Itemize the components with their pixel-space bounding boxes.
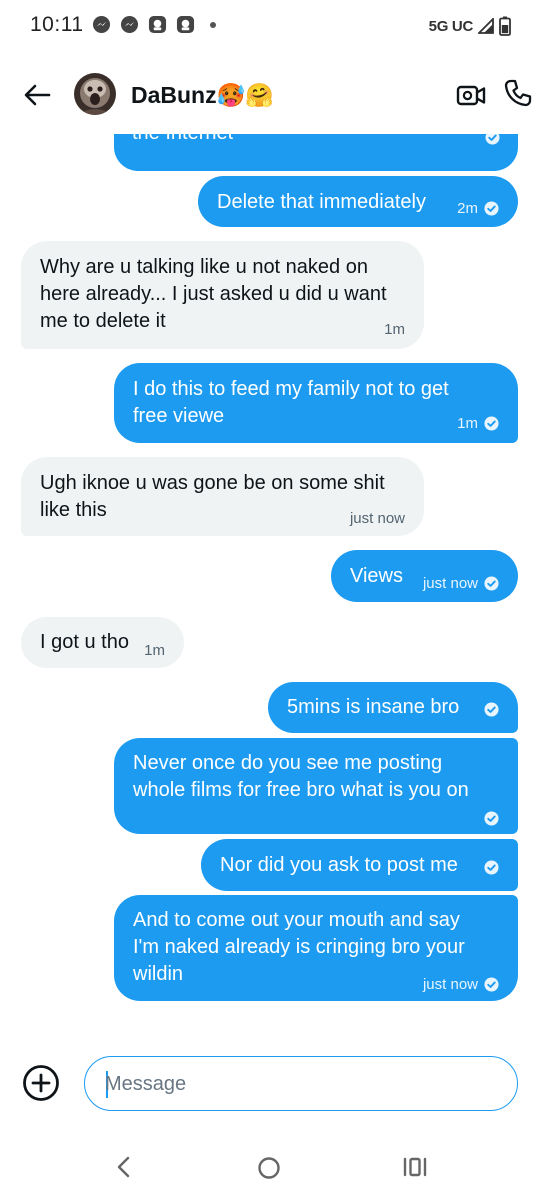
nav-recent-apps-icon[interactable]: [402, 1155, 428, 1179]
notification-icons: [92, 15, 216, 34]
message-text: me to delete it: [40, 310, 166, 332]
message-text: wildin: [133, 963, 184, 985]
check-circle-icon: [484, 576, 499, 591]
battery-icon: [499, 16, 511, 36]
message-text: Ugh iknoe u was gone be on some shit: [40, 472, 385, 494]
message-meta: 1m: [457, 410, 499, 437]
phone-icon[interactable]: [502, 77, 534, 109]
check-circle-icon: [484, 811, 499, 826]
app-notification-icon: [148, 15, 167, 34]
message-input-box[interactable]: [84, 1056, 518, 1111]
message-text: Never once do you see me posting: [133, 752, 443, 774]
message-time: 2m: [457, 200, 478, 217]
app-notification-icon: [176, 15, 195, 34]
message-body: Never once do you see me posting whole f…: [133, 750, 469, 804]
plus-circle-icon[interactable]: [22, 1064, 60, 1102]
outgoing-message[interactable]: And to come out your mouth and say I'm n…: [114, 895, 518, 1001]
message-meta: 2m: [457, 195, 499, 222]
check-circle-icon: [484, 201, 499, 216]
status-bar: 10:11 5G UC: [0, 0, 539, 52]
message-text: I got u tho: [40, 631, 129, 653]
signal-icon: [478, 18, 494, 34]
message-meta: just now: [423, 570, 499, 597]
message-text: 5mins is insane bro: [287, 696, 460, 718]
message-body: I do this to feed my family not to get f…: [133, 376, 449, 430]
conversation-header: DaBunz🥵🤗: [0, 62, 539, 128]
outgoing-message[interactable]: 5mins is insane bro: [268, 682, 518, 733]
network-label: 5G UC: [428, 17, 474, 35]
message-input[interactable]: [105, 1070, 495, 1098]
contact-name[interactable]: DaBunz🥵🤗: [131, 82, 274, 109]
message-body: Ugh iknoe u was gone be on some shit lik…: [40, 470, 385, 524]
message-text: Delete that immediately: [217, 191, 426, 213]
incoming-message[interactable]: Ugh iknoe u was gone be on some shit lik…: [21, 457, 424, 536]
message-time: just now: [422, 976, 478, 993]
message-text: Views: [350, 565, 403, 587]
message-time: just now: [422, 575, 478, 592]
more-notifications-dot: [210, 21, 216, 28]
check-circle-icon: [484, 416, 499, 431]
message-text: like this: [40, 499, 107, 521]
outgoing-message[interactable]: Nor did you ask to post me: [201, 839, 518, 891]
message-meta: 1m: [384, 316, 405, 343]
message-composer: [0, 1048, 539, 1118]
message-meta: [484, 702, 499, 717]
message-meta: just now: [350, 505, 405, 532]
incoming-message[interactable]: Why are u talking like u not naked on he…: [21, 241, 424, 349]
message-time: just now: [349, 510, 405, 527]
message-meta: [485, 134, 500, 145]
message-body: And to come out your mouth and say I'm n…: [133, 907, 465, 988]
message-text: whole films for free bro what is you on: [133, 779, 469, 801]
message-text: Why are u talking like u not naked on: [40, 256, 368, 278]
status-right: 5G UC: [429, 16, 511, 36]
message-text: here already... I just asked u did u wan…: [40, 283, 387, 305]
video-camera-icon[interactable]: [455, 79, 487, 111]
outgoing-message[interactable]: the Internet: [114, 134, 518, 171]
message-body: Why are u talking like u not naked on he…: [40, 254, 387, 335]
message-text: free viewe: [133, 405, 225, 427]
message-text: I'm naked already is cringing bro your: [133, 936, 465, 958]
message-time: 1m: [384, 321, 405, 338]
message-time: 1m: [457, 415, 478, 432]
outgoing-message[interactable]: Never once do you see me posting whole f…: [114, 738, 518, 834]
message-meta: [484, 811, 499, 826]
check-circle-icon: [484, 977, 499, 992]
message-text: I do this to feed my family not to get: [133, 378, 449, 400]
nav-back-icon[interactable]: [112, 1155, 136, 1179]
status-time: 10:11: [30, 13, 84, 36]
messenger-icon: [120, 15, 139, 34]
contact-avatar[interactable]: [74, 73, 116, 115]
incoming-message[interactable]: I got u tho 1m: [21, 617, 184, 668]
message-meta: 1m: [144, 637, 165, 664]
nav-home-icon[interactable]: [256, 1155, 282, 1181]
message-text: And to come out your mouth and say: [133, 909, 460, 931]
message-time: 1m: [144, 642, 165, 659]
outgoing-message[interactable]: Views just now: [331, 550, 518, 602]
message-meta: [484, 860, 499, 875]
outgoing-message[interactable]: Delete that immediately 2m: [198, 176, 518, 227]
check-circle-icon: [484, 860, 499, 875]
message-meta: just now: [423, 971, 499, 998]
message-text: Nor did you ask to post me: [220, 854, 458, 876]
check-circle-icon: [484, 702, 499, 717]
message-list[interactable]: the Internet Delete that immediately 2m …: [0, 134, 539, 1040]
outgoing-message[interactable]: I do this to feed my family not to get f…: [114, 363, 518, 443]
check-circle-icon: [485, 134, 500, 145]
message-text: the Internet: [132, 134, 233, 147]
back-arrow-icon[interactable]: [20, 78, 54, 112]
messenger-icon: [92, 15, 111, 34]
system-nav-bar: [0, 1140, 539, 1200]
